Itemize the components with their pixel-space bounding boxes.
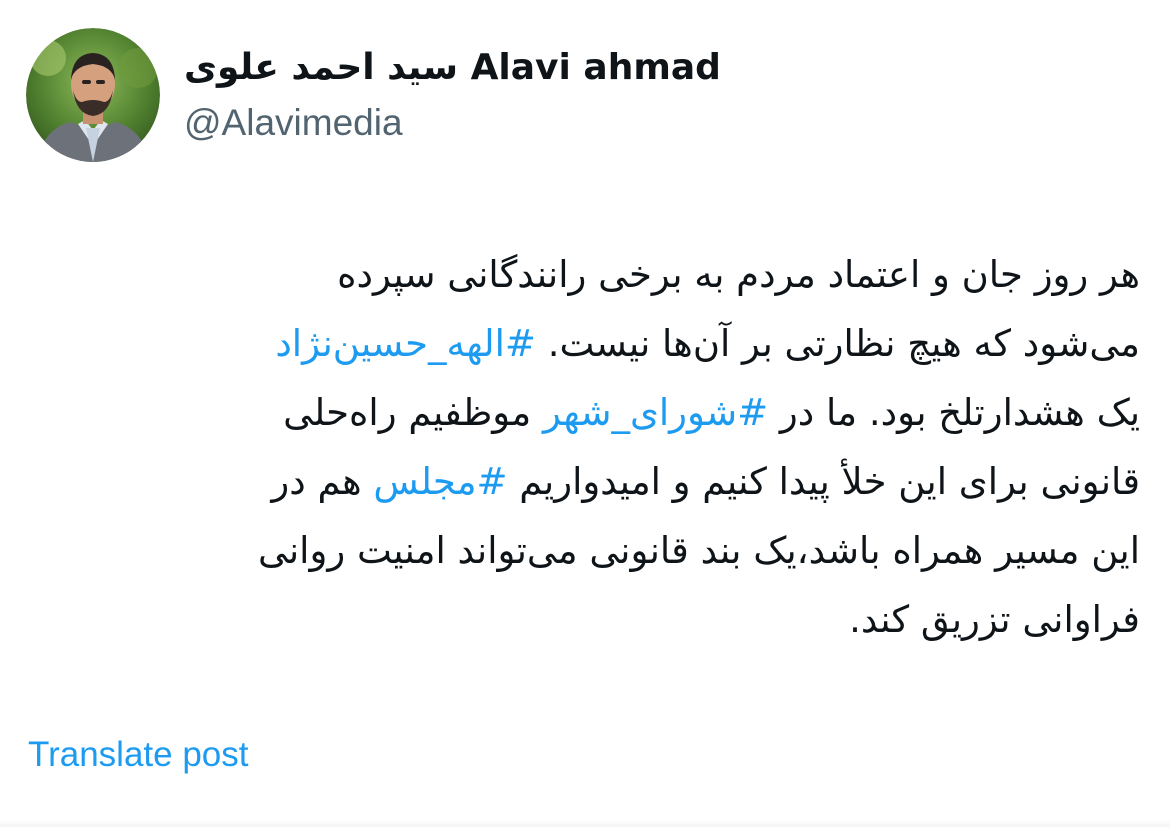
divider	[0, 819, 1170, 827]
post-text-segment: فراوانی تزریق کند.	[849, 598, 1140, 641]
post-text-segment: این مسیر همراه باشد،یک بند قانونی می‌توا…	[258, 529, 1140, 572]
post-text-line: فراوانی تزریق کند.	[30, 585, 1140, 654]
post-text-line: این مسیر همراه باشد،یک بند قانونی می‌توا…	[30, 516, 1140, 585]
hashtag-link[interactable]: #الهه_حسین‌نژاد	[275, 322, 536, 365]
post-text-segment: قانونی برای این خلأ پیدا کنیم و امیدواری…	[507, 460, 1140, 503]
post-text: هر روز جان و اعتماد مردم به برخی رانندگا…	[30, 240, 1140, 654]
post-text-line: یک هشدارتلخ بود. ما در #شورای_شهر موظفیم…	[30, 378, 1140, 447]
post-text-segment: موظفیم راه‌حلی	[283, 391, 543, 434]
post-text-line: هر روز جان و اعتماد مردم به برخی رانندگا…	[30, 240, 1140, 309]
post-text-line: قانونی برای این خلأ پیدا کنیم و امیدواری…	[30, 447, 1140, 516]
hashtag-link[interactable]: #مجلس	[373, 460, 507, 503]
post-text-segment: یک هشدارتلخ بود. ما در	[768, 391, 1140, 434]
hashtag-link[interactable]: #شورای_شهر	[543, 391, 768, 434]
post-text-segment: هر روز جان و اعتماد مردم به برخی رانندگا…	[337, 253, 1140, 296]
post-text-line: می‌شود که هیچ نظارتی بر آن‌ها نیست. #اله…	[30, 309, 1140, 378]
tweet-card: سید احمد علوی Alavi ahmad @Alavimedia هر…	[0, 0, 1170, 827]
author-name[interactable]: سید احمد علوی Alavi ahmad	[184, 42, 721, 94]
post-text-segment: هم در	[271, 460, 374, 503]
post-text-segment: می‌شود که هیچ نظارتی بر آن‌ها نیست.	[535, 322, 1140, 365]
author-avatar[interactable]	[26, 28, 160, 162]
translate-post-link[interactable]: Translate post	[28, 732, 248, 778]
author-handle[interactable]: @Alavimedia	[184, 98, 403, 148]
